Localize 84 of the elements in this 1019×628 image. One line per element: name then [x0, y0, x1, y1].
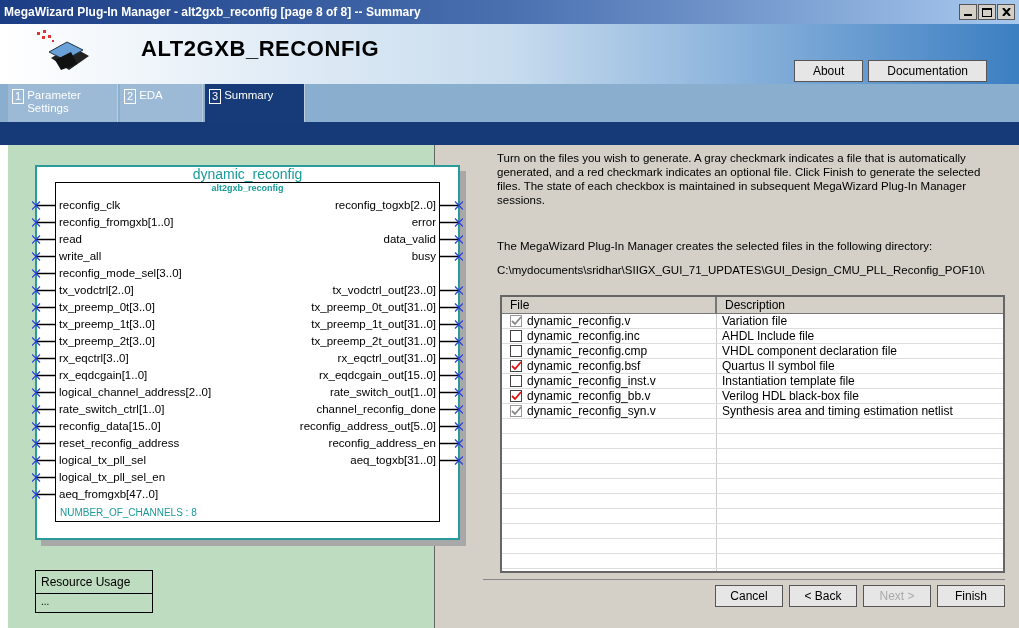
input-port-label: rate_switch_ctrl[1..0] [59, 401, 165, 417]
output-port-label: channel_reconfig_done [316, 401, 436, 417]
file-description: Variation file [721, 313, 788, 330]
file-description: VHDL component declaration file [721, 343, 897, 360]
output-port-label: busy [411, 248, 436, 264]
output-port-label: reconfig_address_en [328, 435, 436, 451]
output-port-label: rate_switch_out[1..0] [329, 384, 436, 400]
file-name: dynamic_reconfig.v [527, 313, 631, 330]
output-port-label: rx_eqctrl_out[31..0] [337, 350, 436, 366]
checkbox[interactable] [510, 405, 522, 417]
output-port-label: tx_vodctrl_out[23..0] [332, 282, 436, 298]
tab-label: Parameter Settings [27, 89, 82, 115]
checkbox[interactable] [510, 360, 522, 372]
parameter-label: NUMBER_OF_CHANNELS : 8 [60, 506, 198, 520]
checkbox[interactable] [510, 375, 522, 387]
checkbox[interactable] [510, 345, 522, 357]
output-port-label: aeq_togxb[31..0] [350, 452, 436, 468]
finish-button[interactable]: Finish [937, 585, 1005, 607]
output-port-label: rx_eqdcgain_out[15..0] [319, 367, 436, 383]
input-port-label: rx_eqdcgain[1..0] [59, 367, 148, 383]
window-title: MegaWizard Plug-In Manager - alt2gxb_reconfig [page 8 of 8] -- Summary [4, 4, 422, 21]
file-name: dynamic_reconfig.bsf [527, 358, 641, 375]
input-port-label: reconfig_data[15..0] [59, 418, 161, 434]
output-port-label: tx_preemp_1t_out[31..0] [311, 316, 436, 332]
resource-usage-value: ... [40, 595, 51, 609]
file-name: dynamic_reconfig.inc [527, 328, 640, 345]
output-port-label: reconfig_togxb[2..0] [335, 197, 436, 213]
file-description: Synthesis area and timing estimation netlist [721, 403, 953, 420]
file-description: AHDL Include file [721, 328, 815, 345]
checkbox[interactable] [510, 315, 522, 327]
directory-label: The MegaWizard Plug-In Manager creates the selected files in the following directory: [497, 239, 934, 253]
output-port-label: data_valid [383, 231, 436, 247]
file-description: Quartus II symbol file [721, 358, 835, 375]
back-button[interactable]: < Back [789, 585, 857, 607]
input-port-label: tx_preemp_2t[3..0] [59, 333, 155, 349]
output-port-label: error [411, 214, 436, 230]
module-name: alt2gxb_reconfig [210, 183, 285, 193]
column-header[interactable]: Description [717, 297, 1003, 313]
directory-path: C:\mydocuments\sridhar\SIIGX_GUI_71_UPDATES\GUI_Design_CMU_PLL_Reconfig_POF10\ [497, 263, 986, 277]
about-button[interactable]: About [793, 60, 864, 82]
checkbox[interactable] [510, 390, 522, 402]
tab-number: 3 [209, 89, 222, 104]
wizard-tab[interactable]: 3 Summary [205, 84, 305, 122]
maximize-button[interactable] [978, 4, 996, 20]
output-port-label: tx_preemp_2t_out[31..0] [311, 333, 436, 349]
file-description: Verilog HDL black-box file [721, 388, 859, 405]
tab-number: 2 [124, 89, 137, 104]
tab-label: EDA [139, 89, 163, 102]
close-button[interactable] [997, 4, 1015, 20]
output-port-label: tx_preemp_0t_out[31..0] [311, 299, 436, 315]
instructions-text: Turn on the files you wish to generate. A gray checkmark indicates a file that is automatically generated, and a red checkmark indicates an optional file. Click Finish to generate the selected files. The state of each checkbox is maintained in subsequent MegaWizard Plug-In Manager sessions. [497, 151, 982, 207]
resource-usage-heading: Resource Usage [36, 571, 152, 594]
input-port-label: read [59, 231, 83, 247]
close-icon [1001, 8, 1011, 16]
instance-name: dynamic_reconfig [191, 167, 304, 182]
input-port-label: logical_channel_address[2..0] [59, 384, 212, 400]
input-port-label: write_all [59, 248, 102, 264]
tab-number: 1 [12, 89, 25, 104]
maximize-icon [982, 7, 992, 17]
cancel-button[interactable]: Cancel [715, 585, 783, 607]
input-port-label: reconfig_fromgxb[1..0] [59, 214, 174, 230]
input-port-label: tx_vodctrl[2..0] [59, 282, 134, 298]
input-port-label: reconfig_mode_sel[3..0] [59, 265, 182, 281]
input-port-label: logical_tx_pll_sel_en [59, 469, 166, 485]
input-port-label: aeq_fromgxb[47..0] [59, 486, 159, 502]
component-title: ALT2GXB_RECONFIG [141, 35, 380, 63]
file-name: dynamic_reconfig.cmp [527, 343, 648, 360]
file-name: dynamic_reconfig_inst.v [527, 373, 656, 390]
file-name: dynamic_reconfig_syn.v [527, 403, 656, 420]
tab-label: Summary [224, 89, 274, 102]
input-port-label: reconfig_clk [59, 197, 121, 213]
input-port-label: tx_preemp_1t[3..0] [59, 316, 155, 332]
input-port-label: reset_reconfig_address [59, 435, 180, 451]
file-description: Instantiation template file [721, 373, 855, 390]
minimize-button[interactable] [959, 4, 977, 20]
column-header[interactable]: File [502, 297, 717, 313]
file-name: dynamic_reconfig_bb.v [527, 388, 651, 405]
documentation-button[interactable]: Documentation [868, 60, 987, 82]
checkbox[interactable] [510, 330, 522, 342]
input-port-label: logical_tx_pll_sel [59, 452, 146, 468]
output-port-label: reconfig_address_out[5..0] [299, 418, 436, 434]
input-port-label: tx_preemp_0t[3..0] [59, 299, 155, 315]
input-port-label: rx_eqctrl[3..0] [59, 350, 129, 366]
minimize-icon [964, 14, 972, 16]
